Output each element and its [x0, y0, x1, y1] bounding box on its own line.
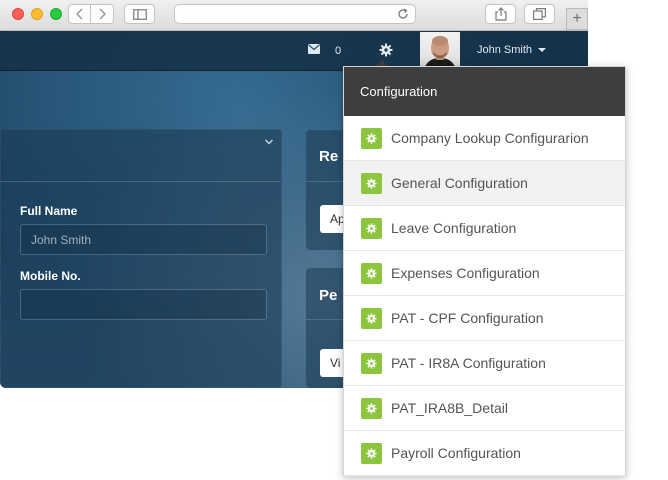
caret-down-icon[interactable]	[538, 48, 546, 52]
menu-item[interactable]: PAT - IR8A Configuration	[344, 341, 625, 386]
gear-icon	[361, 352, 382, 374]
minimize-window-button[interactable]	[31, 8, 43, 20]
mobile-no-label: Mobile No.	[20, 269, 81, 283]
address-bar[interactable]	[174, 4, 416, 24]
back-button[interactable]	[68, 4, 91, 24]
browser-toolbar: +	[0, 0, 588, 31]
menu-item-label: Leave Configuration	[391, 220, 517, 236]
menu-item-label: Company Lookup Configurarion	[391, 130, 589, 146]
full-name-label: Full Name	[20, 204, 78, 218]
chevron-down-icon[interactable]	[265, 138, 273, 146]
dropdown-title: Configuration	[344, 67, 625, 116]
chevron-left-icon	[75, 8, 83, 20]
new-tab-button[interactable]: +	[566, 8, 588, 30]
menu-item-label: PAT_IRA8B_Detail	[391, 400, 508, 416]
panel-header	[1, 130, 281, 182]
sidebar-icon	[132, 8, 147, 20]
side-panel-bottom-title: Pe	[319, 287, 338, 304]
side-panel-top-title: Re	[319, 148, 339, 165]
menu-item[interactable]: Expenses Configuration	[344, 251, 625, 296]
menu-item[interactable]: Leave Configuration	[344, 206, 625, 251]
user-photo-icon	[424, 36, 456, 70]
gear-icon	[361, 217, 382, 239]
avatar[interactable]	[420, 32, 460, 70]
menu-item[interactable]: PAT_IRA8B_Detail	[344, 386, 625, 431]
configuration-dropdown: Configuration Company Lookup Configurari…	[343, 66, 626, 476]
user-name[interactable]: John Smith	[477, 44, 532, 56]
message-count-badge: 0	[328, 42, 348, 59]
app-top-bar: 0 John Smith	[0, 31, 588, 71]
share-icon	[494, 7, 507, 21]
menu-item-label: PAT - IR8A Configuration	[391, 355, 546, 371]
mobile-no-field[interactable]	[20, 289, 267, 320]
full-name-field[interactable]: John Smith	[20, 224, 267, 255]
forward-button[interactable]	[91, 4, 114, 24]
share-button[interactable]	[485, 4, 516, 24]
menu-item[interactable]: General Configuration	[344, 161, 625, 206]
show-tabs-button[interactable]	[524, 4, 555, 24]
menu-item[interactable]: Company Lookup Configurarion	[344, 116, 625, 161]
reload-icon[interactable]	[397, 8, 409, 20]
gear-icon	[361, 397, 382, 419]
tabs-icon	[533, 8, 546, 20]
menu-item-label: Expenses Configuration	[391, 265, 540, 281]
close-window-button[interactable]	[12, 8, 24, 20]
gear-icon[interactable]	[379, 43, 393, 57]
gear-icon	[361, 442, 382, 464]
envelope-icon[interactable]	[308, 44, 320, 54]
zoom-window-button[interactable]	[50, 8, 62, 20]
menu-item[interactable]: Payroll Configuration	[344, 431, 625, 476]
menu-item-label: PAT - CPF Configuration	[391, 310, 544, 326]
chevron-right-icon	[99, 8, 106, 20]
menu-item-label: Payroll Configuration	[391, 445, 521, 461]
gear-icon	[361, 307, 382, 329]
gear-icon	[361, 172, 382, 194]
menu-item[interactable]: PAT - CPF Configuration	[344, 296, 625, 341]
gear-icon	[361, 262, 382, 284]
profile-form-panel: Full Name John Smith Mobile No.	[0, 129, 282, 388]
sidebar-toggle-button[interactable]	[124, 4, 155, 24]
gear-icon	[361, 127, 382, 149]
menu-item-label: General Configuration	[391, 175, 528, 191]
